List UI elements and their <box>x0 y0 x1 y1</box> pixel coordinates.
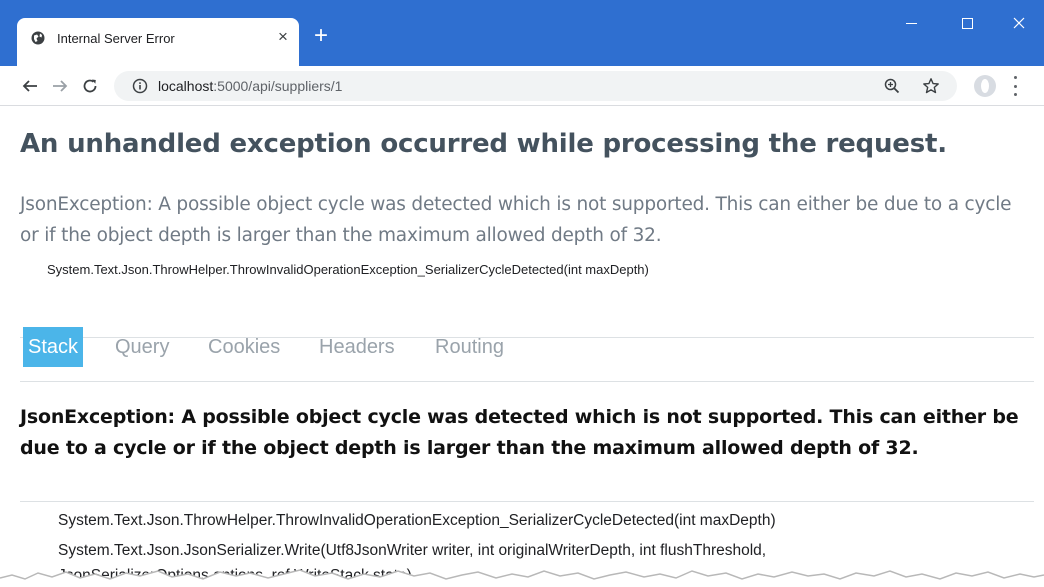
close-window-icon[interactable] <box>994 0 1044 46</box>
menu-icon[interactable] <box>1012 76 1018 96</box>
tab-title: Internal Server Error <box>57 31 175 46</box>
stack-heading: JsonException: A possible object cycle w… <box>20 406 1019 459</box>
tab-routing[interactable]: Routing <box>435 327 504 367</box>
tab-cookies[interactable]: Cookies <box>208 327 280 367</box>
divider <box>20 337 1034 338</box>
close-icon[interactable]: × <box>274 28 292 46</box>
browser-tab[interactable]: Internal Server Error × <box>17 18 299 66</box>
url-host: localhost <box>158 78 214 94</box>
info-icon[interactable] <box>132 78 148 94</box>
globe-icon <box>31 31 45 45</box>
minimize-icon[interactable] <box>882 0 940 46</box>
page-title: An unhandled exception occurred while pr… <box>20 129 947 159</box>
forward-icon[interactable] <box>48 74 72 98</box>
url-text: localhost:5000/api/suppliers/1 <box>158 78 342 94</box>
torn-edge <box>0 569 1044 587</box>
maximize-icon[interactable] <box>938 0 996 46</box>
divider <box>20 381 1034 382</box>
error-location: System.Text.Json.ThrowHelper.ThrowInvali… <box>47 262 649 277</box>
error-page: An unhandled exception occurred while pr… <box>0 107 1044 587</box>
stack-frame: System.Text.Json.JsonSerializer.Write(Ut… <box>58 542 767 559</box>
stack-frame: System.Text.Json.ThrowHelper.ThrowInvali… <box>58 512 776 529</box>
address-bar[interactable]: localhost:5000/api/suppliers/1 <box>114 71 957 101</box>
reload-icon[interactable] <box>78 74 102 98</box>
error-message: JsonException: A possible object cycle w… <box>20 194 1012 246</box>
tab-query[interactable]: Query <box>115 327 169 367</box>
back-icon[interactable] <box>18 74 42 98</box>
star-icon[interactable] <box>922 77 940 95</box>
browser-toolbar: localhost:5000/api/suppliers/1 <box>0 66 1044 106</box>
tab-headers[interactable]: Headers <box>319 327 395 367</box>
url-path: :5000/api/suppliers/1 <box>213 78 343 94</box>
tab-stack[interactable]: Stack <box>23 327 84 367</box>
browser-titlebar: Internal Server Error × + <box>0 0 1044 66</box>
plus-icon[interactable]: + <box>308 24 334 50</box>
zoom-icon[interactable] <box>884 78 900 94</box>
divider <box>20 501 1034 502</box>
profile-icon[interactable] <box>974 75 996 97</box>
